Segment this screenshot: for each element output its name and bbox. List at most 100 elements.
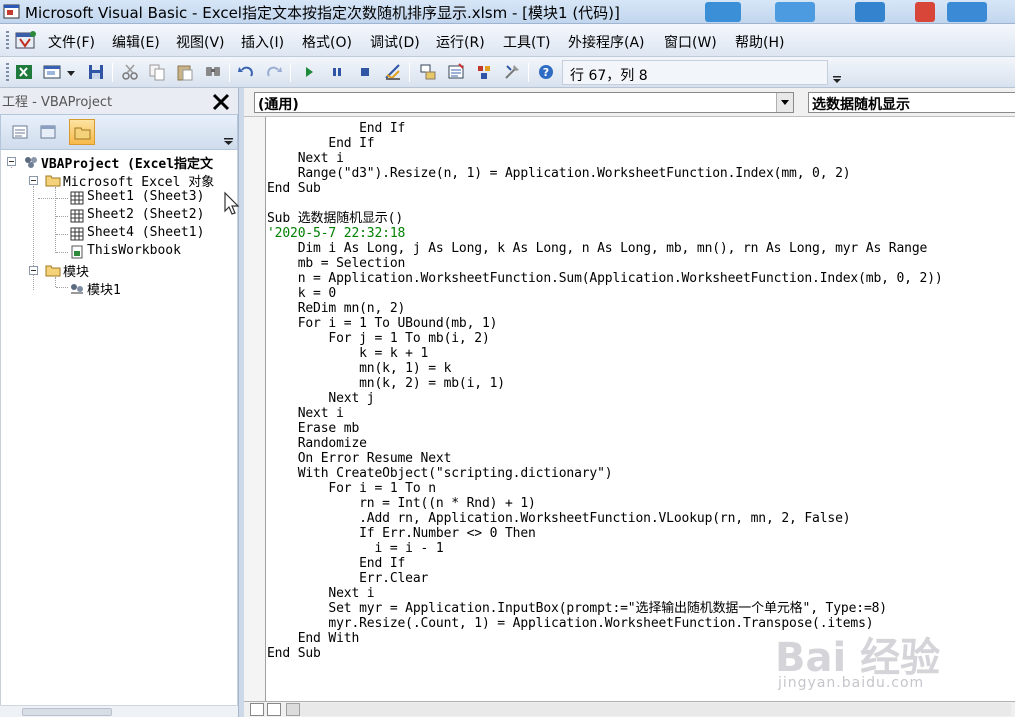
code-line[interactable]: Randomize (267, 436, 367, 451)
code-line[interactable]: Err.Clear (267, 571, 428, 586)
worksheet-icon (70, 209, 84, 223)
toolbar-separator (409, 63, 410, 82)
code-line[interactable]: rn = Int((n * Rnd) + 1) (267, 496, 536, 511)
code-line[interactable]: End Sub (267, 646, 321, 661)
code-line[interactable]: End Sub (267, 181, 321, 196)
expander-icon[interactable] (29, 266, 38, 275)
menu-tools[interactable]: 工具(T) (503, 32, 550, 52)
code-line[interactable]: Set myr = Application.InputBox(prompt:="… (267, 601, 887, 616)
menu-run[interactable]: 运行(R) (436, 32, 485, 52)
code-line[interactable]: '2020-5-7 22:32:18 (267, 226, 405, 241)
code-line[interactable]: End If (267, 556, 405, 571)
code-line[interactable]: For i = 1 To UBound(mb, 1) (267, 316, 498, 331)
view-code-icon[interactable] (9, 122, 31, 142)
scroll-left-icon[interactable] (286, 703, 300, 716)
cut-icon[interactable] (120, 62, 140, 82)
cursor-position: 行 67，列 8 (570, 68, 648, 84)
redo-icon[interactable] (264, 62, 284, 82)
tree-label: Microsoft Excel 对象 (63, 175, 215, 190)
code-line[interactable]: n = Application.WorksheetFunction.Sum(Ap… (267, 271, 943, 286)
procedure-combo-value: 选数据随机显示 (812, 97, 910, 113)
menubar-grip-icon[interactable] (6, 31, 9, 51)
code-line[interactable]: For i = 1 To n (267, 481, 436, 496)
expander-icon[interactable] (7, 157, 16, 166)
code-line[interactable]: .Add rn, Application.WorksheetFunction.V… (267, 511, 850, 526)
menu-debug[interactable]: 调试(D) (370, 32, 420, 52)
code-line[interactable]: Range("d3").Resize(n, 1) = Application.W… (267, 166, 851, 181)
expander-icon[interactable] (29, 176, 38, 185)
run-icon[interactable] (299, 62, 319, 82)
paste-icon[interactable] (175, 62, 195, 82)
code-editor[interactable]: End If End If Next i Range("d3").Resize(… (267, 117, 1015, 701)
code-line[interactable]: End If (267, 121, 405, 136)
title-bar: Microsoft Visual Basic - Excel指定文本按指定次数随… (0, 0, 1015, 24)
chevron-down-icon[interactable] (776, 93, 793, 112)
reset-icon[interactable] (355, 62, 375, 82)
code-line[interactable]: ReDim mn(n, 2) (267, 301, 406, 316)
menu-help[interactable]: 帮助(H) (735, 32, 784, 52)
dropdown-icon[interactable] (64, 62, 78, 82)
menu-insert[interactable]: 插入(I) (241, 32, 284, 52)
code-line[interactable]: Next j (267, 391, 374, 406)
toggle-folders-button[interactable] (69, 119, 95, 145)
code-line[interactable]: For j = 1 To mb(i, 2) (267, 331, 489, 346)
undo-icon[interactable] (236, 62, 256, 82)
folder-icon (45, 265, 61, 277)
code-line[interactable]: End With (267, 631, 360, 646)
menu-addins[interactable]: 外接程序(A) (568, 32, 645, 52)
vbaproject-icon (25, 157, 37, 168)
background-taskbar-tiles (685, 0, 1015, 23)
object-browser-icon[interactable] (474, 62, 494, 82)
code-line[interactable]: Erase mb (267, 421, 360, 436)
code-line[interactable]: Next i (267, 406, 344, 421)
code-line[interactable]: Next i (267, 151, 344, 166)
menu-format[interactable]: 格式(O) (302, 32, 352, 52)
panel-dropdown-icon[interactable] (223, 135, 235, 147)
close-icon[interactable] (209, 90, 233, 114)
code-line[interactable]: Dim i As Long, j As Long, k As Long, n A… (267, 241, 928, 256)
vba-excel-icon[interactable] (14, 29, 38, 51)
break-icon[interactable] (327, 62, 347, 82)
code-line[interactable]: k = 0 (267, 286, 337, 301)
code-line[interactable]: If Err.Number <> 0 Then (267, 526, 536, 541)
object-combo[interactable]: (通用) (254, 92, 794, 113)
tree-label: Sheet4 (Sheet1) (87, 225, 205, 240)
toolbar-separator (290, 63, 291, 82)
menu-edit[interactable]: 编辑(E) (112, 32, 160, 52)
code-margin-bar[interactable] (244, 117, 266, 701)
help-icon[interactable]: ? (536, 62, 556, 82)
insert-userform-icon[interactable] (42, 62, 62, 82)
copy-icon[interactable] (147, 62, 167, 82)
procedure-view-button[interactable] (250, 703, 264, 716)
tree-scrollbar[interactable] (0, 705, 238, 717)
scrollbar-thumb[interactable] (22, 708, 112, 716)
code-line[interactable]: myr.Resize(.Count, 1) = Application.Work… (267, 616, 873, 631)
toolbar-grip-icon[interactable] (6, 63, 9, 83)
code-line[interactable]: Next i (267, 586, 374, 601)
menu-window[interactable]: 窗口(W) (664, 32, 717, 52)
code-line[interactable]: With CreateObject("scripting.dictionary"… (267, 466, 613, 481)
code-line[interactable]: mn(k, 1) = k (267, 361, 451, 376)
project-explorer-icon[interactable] (418, 62, 438, 82)
code-window-header: (通用) 选数据随机显示 (244, 88, 1015, 117)
menu-view[interactable]: 视图(V) (176, 32, 225, 52)
code-line[interactable]: k = k + 1 (267, 346, 428, 361)
design-mode-icon[interactable] (383, 62, 403, 82)
code-line[interactable]: mb = Selection (267, 256, 406, 271)
view-object-icon[interactable] (37, 122, 59, 142)
procedure-combo[interactable]: 选数据随机显示 (808, 92, 1015, 113)
code-line[interactable]: i = i - 1 (267, 541, 443, 556)
full-module-view-button[interactable] (267, 703, 281, 716)
save-icon[interactable] (86, 62, 106, 82)
properties-icon[interactable] (446, 62, 466, 82)
find-icon[interactable] (203, 62, 223, 82)
menu-file[interactable]: 文件(F) (48, 32, 95, 52)
code-line[interactable]: On Error Resume Next (267, 451, 452, 466)
toolbox-icon[interactable] (502, 62, 522, 82)
code-line[interactable]: End If (267, 136, 374, 151)
code-line[interactable]: Sub 选数据随机显示() (267, 211, 403, 226)
code-line[interactable]: mn(k, 2) = mb(i, 1) (267, 376, 505, 391)
excel-icon[interactable] (14, 62, 34, 82)
code-horizontal-scrollbar[interactable] (286, 703, 1011, 716)
toolbar-options-icon[interactable] (831, 62, 843, 86)
